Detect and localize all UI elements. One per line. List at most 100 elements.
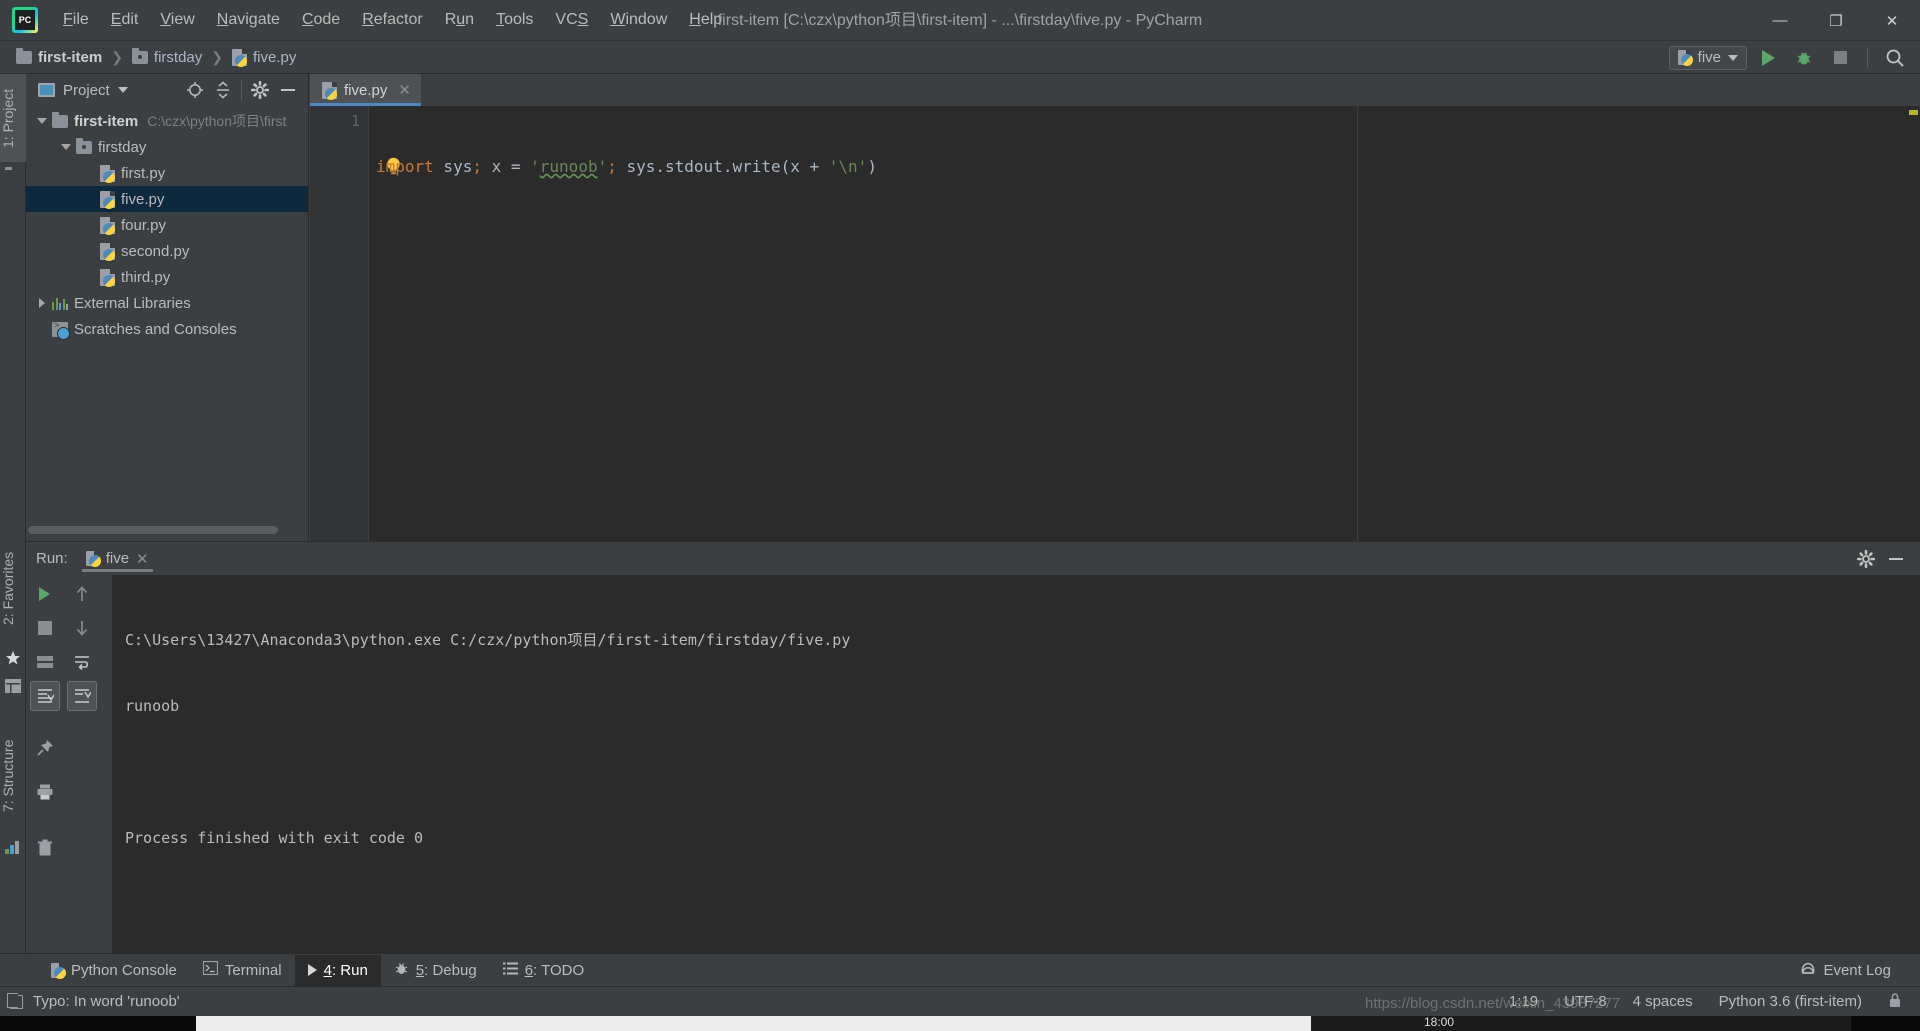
locate-file-button[interactable] — [183, 78, 207, 102]
structure-icon[interactable] — [5, 840, 21, 856]
sidebar-item-project[interactable]: 1: Project — [0, 74, 26, 162]
menu-edit[interactable]: Edit — [100, 7, 150, 33]
menu-vcs[interactable]: VCS — [544, 7, 599, 33]
warning-stripe-marker[interactable] — [1909, 110, 1918, 115]
menu-view[interactable]: View — [149, 7, 205, 33]
bug-icon — [1797, 52, 1811, 64]
menu-tools[interactable]: Tools — [485, 7, 544, 33]
event-log-button[interactable]: Event Log — [1787, 955, 1904, 986]
scroll-to-end-button[interactable] — [29, 681, 60, 711]
menu-help[interactable]: Help — [678, 7, 733, 33]
collapse-all-button[interactable] — [211, 78, 235, 102]
indent-indicator[interactable]: 4 spaces — [1633, 993, 1693, 1010]
editor-tab-bar: five.py ✕ — [310, 74, 1920, 106]
breadcrumb-item-file[interactable]: five.py — [228, 47, 300, 68]
tree-row-four-py[interactable]: four.py — [26, 212, 308, 238]
run-settings-button[interactable] — [1854, 547, 1878, 571]
tree-row-first-item[interactable]: first-item C:\czx\python项目\first — [26, 108, 308, 134]
tool-window-python-console[interactable]: Python Console — [38, 955, 190, 986]
close-run-tab-icon[interactable]: ✕ — [136, 550, 149, 568]
menu-navigate[interactable]: Navigate — [206, 7, 291, 33]
run-panel-label: Run: — [36, 550, 68, 567]
soft-wrap-button[interactable] — [67, 647, 97, 677]
python-file-icon — [100, 164, 115, 183]
printer-icon — [37, 784, 52, 800]
project-panel-horizontal-scrollbar[interactable] — [26, 526, 309, 535]
menu-code[interactable]: Code — [291, 7, 351, 33]
breadcrumb-item-project[interactable]: first-item — [12, 47, 106, 68]
tool-window-terminal[interactable]: Terminal — [190, 955, 295, 986]
tool-window-run[interactable]: 4: Run — [294, 954, 381, 986]
maximize-button[interactable]: ❐ — [1808, 0, 1864, 41]
minimize-button[interactable]: — — [1752, 0, 1808, 41]
menu-file[interactable]: File — [52, 7, 100, 33]
tree-row-third-py[interactable]: third.py — [26, 264, 308, 290]
stop-button[interactable] — [1825, 44, 1855, 72]
close-button[interactable]: ✕ — [1864, 0, 1920, 41]
chevron-down-icon[interactable] — [117, 87, 128, 93]
tree-row-second-py[interactable]: second.py — [26, 238, 308, 264]
run-button[interactable] — [1753, 44, 1783, 72]
favorites-star-icon[interactable] — [5, 650, 21, 666]
clear-all-button[interactable] — [30, 833, 60, 863]
debug-button[interactable] — [1789, 44, 1819, 72]
tree-row-scratches[interactable]: Scratches and Consoles — [26, 316, 308, 342]
stop-process-button[interactable] — [30, 613, 60, 643]
tab-five-py[interactable]: five.py ✕ — [310, 74, 421, 106]
menu-run[interactable]: Run — [434, 7, 485, 33]
expand-arrow-icon[interactable] — [34, 113, 50, 129]
menu-refactor[interactable]: Refactor — [351, 7, 433, 33]
sidebar-item-favorites[interactable]: 2: Favorites — [0, 534, 26, 642]
run-tab-five[interactable]: five ✕ — [78, 543, 157, 574]
editor-gutter[interactable]: 1 — [310, 106, 369, 541]
favorites-grid-icon[interactable] — [5, 679, 21, 695]
editor-vertical-scrollbar[interactable] — [1907, 106, 1920, 541]
hide-run-panel-button[interactable] — [1884, 547, 1908, 571]
pin-icon — [36, 740, 53, 756]
toolbar-actions: five — [1668, 41, 1910, 74]
pin-tab-button[interactable] — [30, 733, 60, 763]
event-log-label: Event Log — [1823, 961, 1891, 979]
rerun-button[interactable] — [30, 579, 60, 609]
project-settings-button[interactable] — [248, 78, 272, 102]
expand-arrow-icon[interactable] — [58, 139, 74, 155]
caret-position[interactable]: 1:19 — [1509, 993, 1538, 1010]
tree-row-five-py[interactable]: five.py — [26, 186, 308, 212]
tool-window-todo[interactable]: 6: TODO — [490, 955, 597, 986]
encoding-indicator[interactable]: UTF-8 — [1564, 993, 1607, 1010]
code-text[interactable]: import sys; x = 'runoob'; sys.stdout.wri… — [370, 106, 1920, 541]
console-line-command: C:\Users\13427\Anaconda3\python.exe C:/c… — [125, 631, 851, 649]
menu-code-mnemonic: C — [301, 11, 314, 28]
up-the-stack-button[interactable] — [67, 579, 97, 609]
search-everywhere-button[interactable] — [1880, 44, 1910, 72]
todo-icon — [502, 962, 518, 979]
editor-area: five.py ✕ 1 import sys; x = 'runoob'; sy… — [310, 74, 1920, 541]
console-output[interactable]: C:\Users\13427\Anaconda3\python.exe C:/c… — [112, 575, 1920, 954]
tree-row-first-py[interactable]: first.py — [26, 160, 308, 186]
menu-window[interactable]: Window — [599, 7, 678, 33]
scroll-to-bottom-button[interactable] — [66, 681, 97, 711]
lock-icon[interactable] — [1888, 992, 1902, 1012]
python-file-icon — [322, 81, 337, 100]
search-icon — [1886, 49, 1904, 67]
debug-icon — [394, 961, 409, 980]
project-folder-icon[interactable] — [5, 170, 21, 186]
code-assign: x = — [481, 157, 531, 176]
tree-label-first-item: first-item — [74, 112, 139, 130]
collapse-arrow-icon[interactable] — [34, 295, 50, 311]
tree-row-firstday[interactable]: firstday — [26, 134, 308, 160]
editor-code-area[interactable]: 1 import sys; x = 'runoob'; sys.stdout.w… — [310, 106, 1920, 541]
print-button[interactable] — [30, 777, 60, 807]
menu-help-rest: elp — [700, 11, 723, 28]
close-tab-icon[interactable]: ✕ — [398, 81, 411, 99]
print-layers-button[interactable] — [30, 647, 60, 677]
down-the-stack-button[interactable] — [67, 613, 97, 643]
hide-panel-button[interactable] — [276, 78, 300, 102]
tool-window-debug[interactable]: 5: Debug — [381, 955, 490, 986]
tree-row-external-libraries[interactable]: External Libraries — [26, 290, 308, 316]
sidebar-item-structure[interactable]: 7: Structure — [0, 722, 26, 830]
interpreter-indicator[interactable]: Python 3.6 (first-item) — [1719, 993, 1862, 1010]
breadcrumb-item-firstday[interactable]: firstday — [128, 47, 206, 68]
arrow-up-icon — [76, 586, 87, 601]
run-configuration-selector[interactable]: five — [1668, 45, 1747, 70]
